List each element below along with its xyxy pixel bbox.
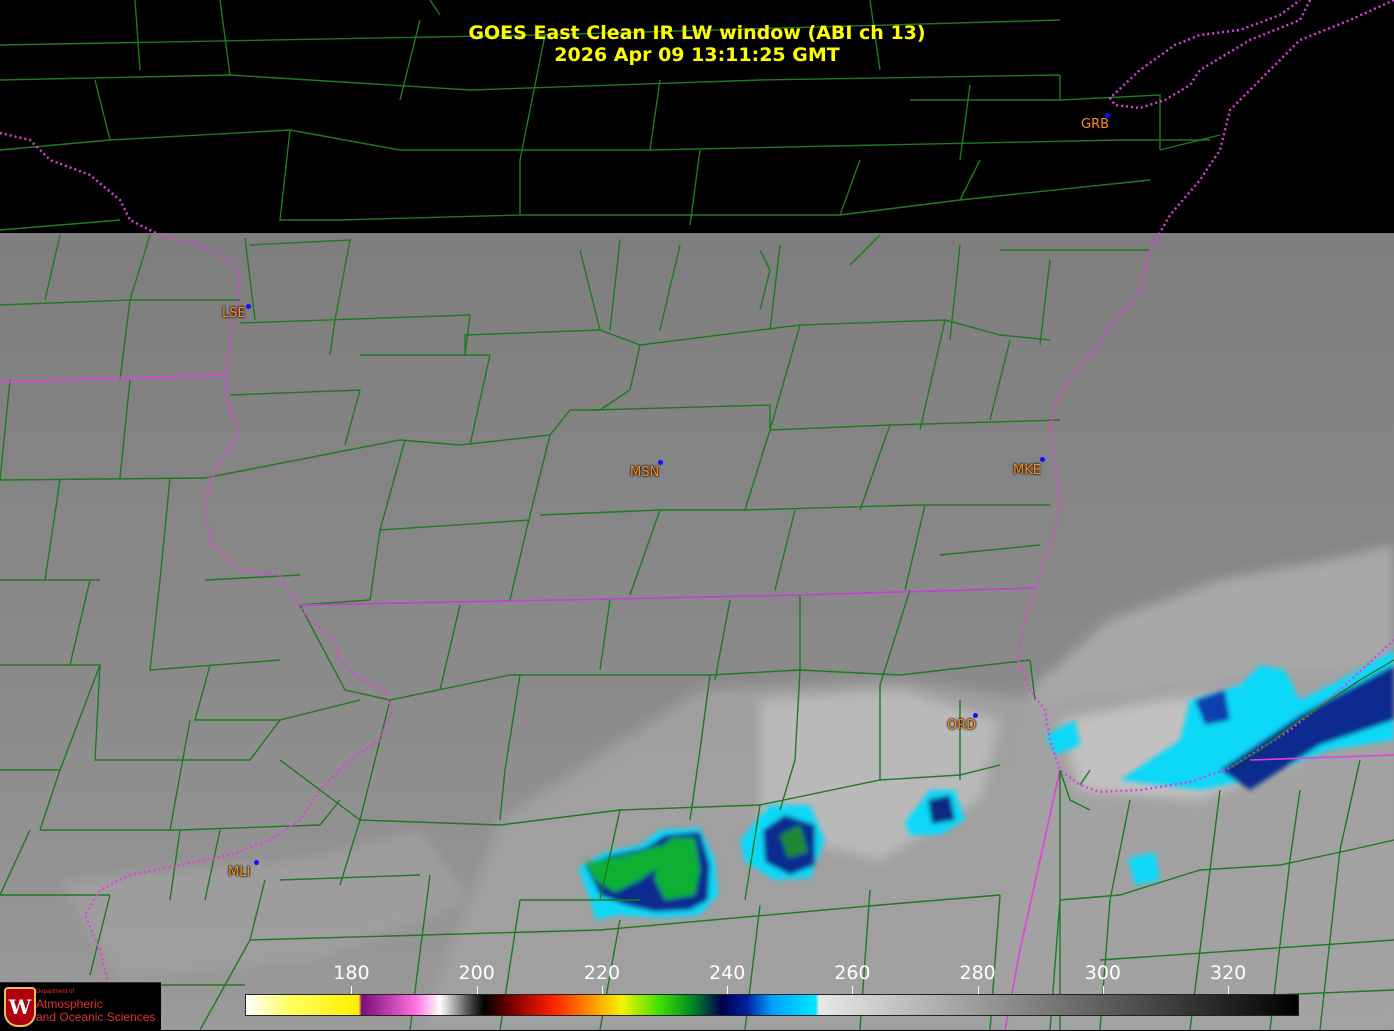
colorbar-tick-label: 200 [458, 962, 495, 984]
station-dot-mke [1040, 457, 1045, 462]
logo-department: Department of [36, 989, 75, 995]
uw-crest-icon: W [4, 987, 36, 1027]
station-label-ord: ORD [947, 718, 977, 733]
station-dot-mli [254, 860, 259, 865]
colorbar-tick-label: 240 [709, 962, 746, 984]
satellite-map[interactable] [0, 0, 1394, 1030]
image-title: GOES East Clean IR LW window (ABI ch 13) [468, 22, 926, 44]
colorbar-tick-label: 220 [583, 962, 621, 984]
colorbar-tick-mark [852, 986, 854, 994]
colorbar-tick-mark [601, 986, 603, 994]
colorbar-tick-label: 260 [834, 962, 871, 984]
colorbar-tick-label: 180 [333, 962, 370, 984]
logo-line-1: Atmospheric [36, 997, 103, 1011]
colorbar-tick-mark [727, 986, 729, 994]
station-label-lse: LSE [222, 306, 246, 321]
aos-logo: W Department of Atmospheric and Oceanic … [0, 982, 161, 1031]
colorbar-tick-mark [977, 986, 979, 994]
image-timestamp: 2026 Apr 09 13:11:25 GMT [554, 44, 840, 66]
colorbar-tick-mark [1228, 986, 1230, 994]
colorbar-tick-label: 280 [959, 962, 996, 984]
station-label-mke: MKE [1013, 463, 1041, 478]
colorbar-tick-mark [1102, 986, 1104, 994]
ir-imagery [0, 233, 1394, 1030]
temperature-colorbar [245, 994, 1299, 1016]
station-label-grb: GRB [1081, 117, 1110, 132]
colorbar-tick-label: 300 [1084, 962, 1122, 984]
colorbar-tick-mark [351, 986, 353, 994]
station-label-msn: MSN [630, 465, 660, 480]
colorbar-tick-mark [476, 986, 478, 994]
colorbar-tick-label: 320 [1209, 962, 1247, 984]
station-label-mli: MLI [228, 865, 251, 880]
station-dot-lse [246, 304, 251, 309]
logo-line-2: and Oceanic Sciences [36, 1010, 156, 1024]
